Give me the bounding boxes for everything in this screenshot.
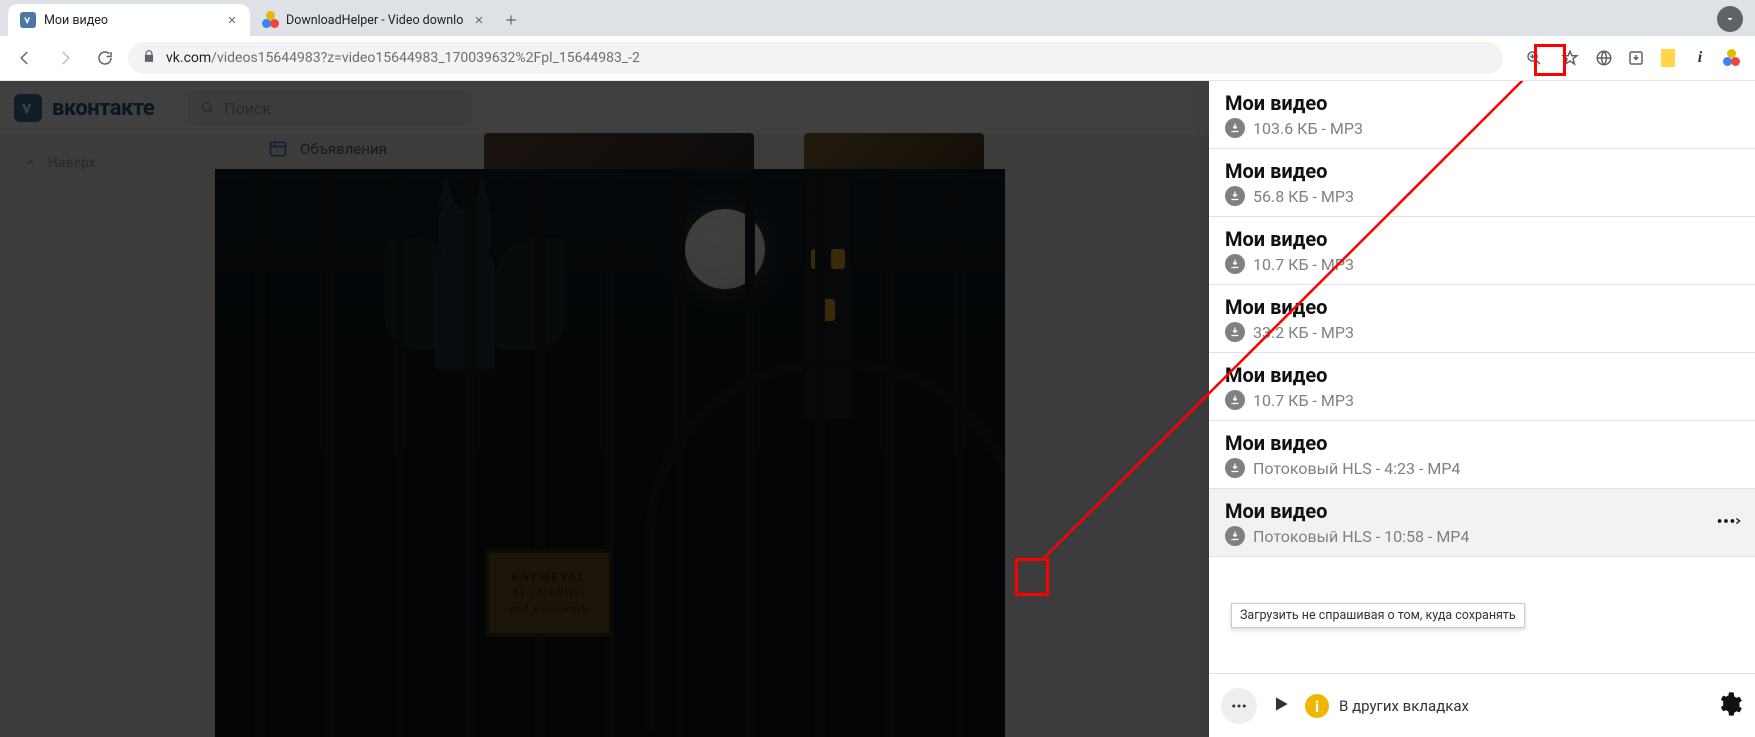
downloadhelper-item-title: Мои видео	[1225, 227, 1739, 251]
browser-toolbar: vk.com/videos15644983?z=video15644983_17…	[0, 36, 1755, 81]
info-badge-icon: i	[1305, 694, 1329, 718]
downloadhelper-item-sub: 103.6 КБ - MP3	[1225, 118, 1739, 138]
downloadhelper-item[interactable]: Мои видео Потоковый HLS - 10:58 - MP4	[1209, 489, 1755, 557]
downloadhelper-item-title: Мои видео	[1225, 91, 1739, 115]
tab-downloadhelper[interactable]: DownloadHelper - Video downlo	[250, 4, 497, 36]
extension-icon-i[interactable]: i	[1685, 43, 1715, 73]
downloadhelper-item[interactable]: Мои видео 33.2 КБ - MP3	[1209, 285, 1755, 353]
downloadhelper-item-title: Мои видео	[1225, 295, 1739, 319]
settings-button[interactable]	[1715, 690, 1743, 722]
tab-vk[interactable]: Мои видео	[8, 4, 250, 36]
back-button[interactable]	[8, 41, 42, 75]
download-icon[interactable]	[1225, 526, 1245, 546]
footer-play-icon[interactable]	[1271, 694, 1291, 718]
close-icon[interactable]	[224, 12, 240, 28]
download-icon[interactable]	[1225, 186, 1245, 206]
downloadhelper-item-sub: 10.7 КБ - MP3	[1225, 390, 1739, 410]
downloadhelper-footer: i В других вкладках	[1209, 673, 1755, 737]
download-icon[interactable]	[1225, 390, 1245, 410]
page-content: вконтакте Поиск CHEZA Наверх Объявления	[0, 81, 1755, 737]
downloadhelper-item-title: Мои видео	[1225, 159, 1739, 183]
downloadhelper-item-sub: Потоковый HLS - 4:23 - MP4	[1225, 458, 1739, 478]
downloadhelper-item-meta: Потоковый HLS - 4:23 - MP4	[1253, 459, 1460, 478]
zoom-icon[interactable]	[1517, 41, 1551, 75]
download-icon[interactable]	[1225, 458, 1245, 478]
item-more-icon[interactable]	[1715, 510, 1743, 536]
downloadhelper-panel: Мои видео 103.6 КБ - MP3 Мои видео 56.8 КБ …	[1209, 81, 1755, 737]
new-tab-button[interactable]	[497, 6, 525, 34]
download-icon[interactable]	[1225, 118, 1245, 138]
download-tooltip: Загрузить не спрашивая о том, куда сохра…	[1231, 603, 1525, 628]
downloadhelper-item[interactable]: Мои видео 10.7 КБ - MP3	[1209, 353, 1755, 421]
downloadhelper-item[interactable]: Мои видео 56.8 КБ - MP3	[1209, 149, 1755, 217]
extension-icon-yellow[interactable]	[1653, 43, 1683, 73]
lock-icon	[142, 49, 156, 67]
extension-icon-globe[interactable]	[1589, 43, 1619, 73]
downloadhelper-list: Мои видео 103.6 КБ - MP3 Мои видео 56.8 КБ …	[1209, 81, 1755, 673]
downloadhelper-item[interactable]: Мои видео Потоковый HLS - 4:23 - MP4	[1209, 421, 1755, 489]
downloadhelper-item-meta: 10.7 КБ - MP3	[1253, 391, 1354, 410]
bookmark-button[interactable]	[1553, 41, 1587, 75]
extension-icon-savefrom[interactable]	[1621, 43, 1651, 73]
downloadhelper-item-meta: 56.8 КБ - MP3	[1253, 187, 1354, 206]
tab-title: Мои видео	[44, 13, 216, 28]
download-icon[interactable]	[1225, 254, 1245, 274]
dlh-favicon	[262, 12, 278, 28]
downloadhelper-item-title: Мои видео	[1225, 431, 1739, 455]
downloadhelper-item-sub: 10.7 КБ - MP3	[1225, 254, 1739, 274]
downloadhelper-item[interactable]: Мои видео 10.7 КБ - MP3	[1209, 217, 1755, 285]
close-icon[interactable]	[471, 12, 487, 28]
downloadhelper-item[interactable]: Мои видео 103.6 КБ - MP3	[1209, 81, 1755, 149]
forward-button[interactable]	[48, 41, 82, 75]
reload-button[interactable]	[88, 41, 122, 75]
downloadhelper-item-meta: Потоковый HLS - 10:58 - MP4	[1253, 527, 1469, 546]
downloadhelper-item-meta: 10.7 КБ - MP3	[1253, 255, 1354, 274]
tab-title: DownloadHelper - Video downlo	[286, 13, 463, 28]
downloadhelper-item-meta: 103.6 КБ - MP3	[1253, 119, 1363, 138]
downloadhelper-item-title: Мои видео	[1225, 499, 1739, 523]
toolbar-actions: i	[1509, 41, 1747, 75]
footer-text: В других вкладках	[1339, 697, 1469, 715]
browser-tabstrip: Мои видео DownloadHelper - Video downlo	[0, 0, 1755, 36]
downloadhelper-item-sub: 56.8 КБ - MP3	[1225, 186, 1739, 206]
downloadhelper-item-sub: Потоковый HLS - 10:58 - MP4	[1225, 526, 1739, 546]
vk-favicon	[20, 12, 36, 28]
address-bar[interactable]: vk.com/videos15644983?z=video15644983_17…	[128, 42, 1503, 74]
footer-more-icon[interactable]	[1221, 688, 1257, 724]
downloadhelper-item-title: Мои видео	[1225, 363, 1739, 387]
download-icon[interactable]	[1225, 322, 1245, 342]
url: vk.com/videos15644983?z=video15644983_17…	[166, 50, 1489, 66]
extension-downloadhelper[interactable]	[1717, 43, 1747, 73]
profile-menu[interactable]	[1717, 6, 1743, 32]
downloadhelper-item-meta: 33.2 КБ - MP3	[1253, 323, 1354, 342]
downloadhelper-item-sub: 33.2 КБ - MP3	[1225, 322, 1739, 342]
modal-dim-overlay	[0, 81, 1209, 737]
